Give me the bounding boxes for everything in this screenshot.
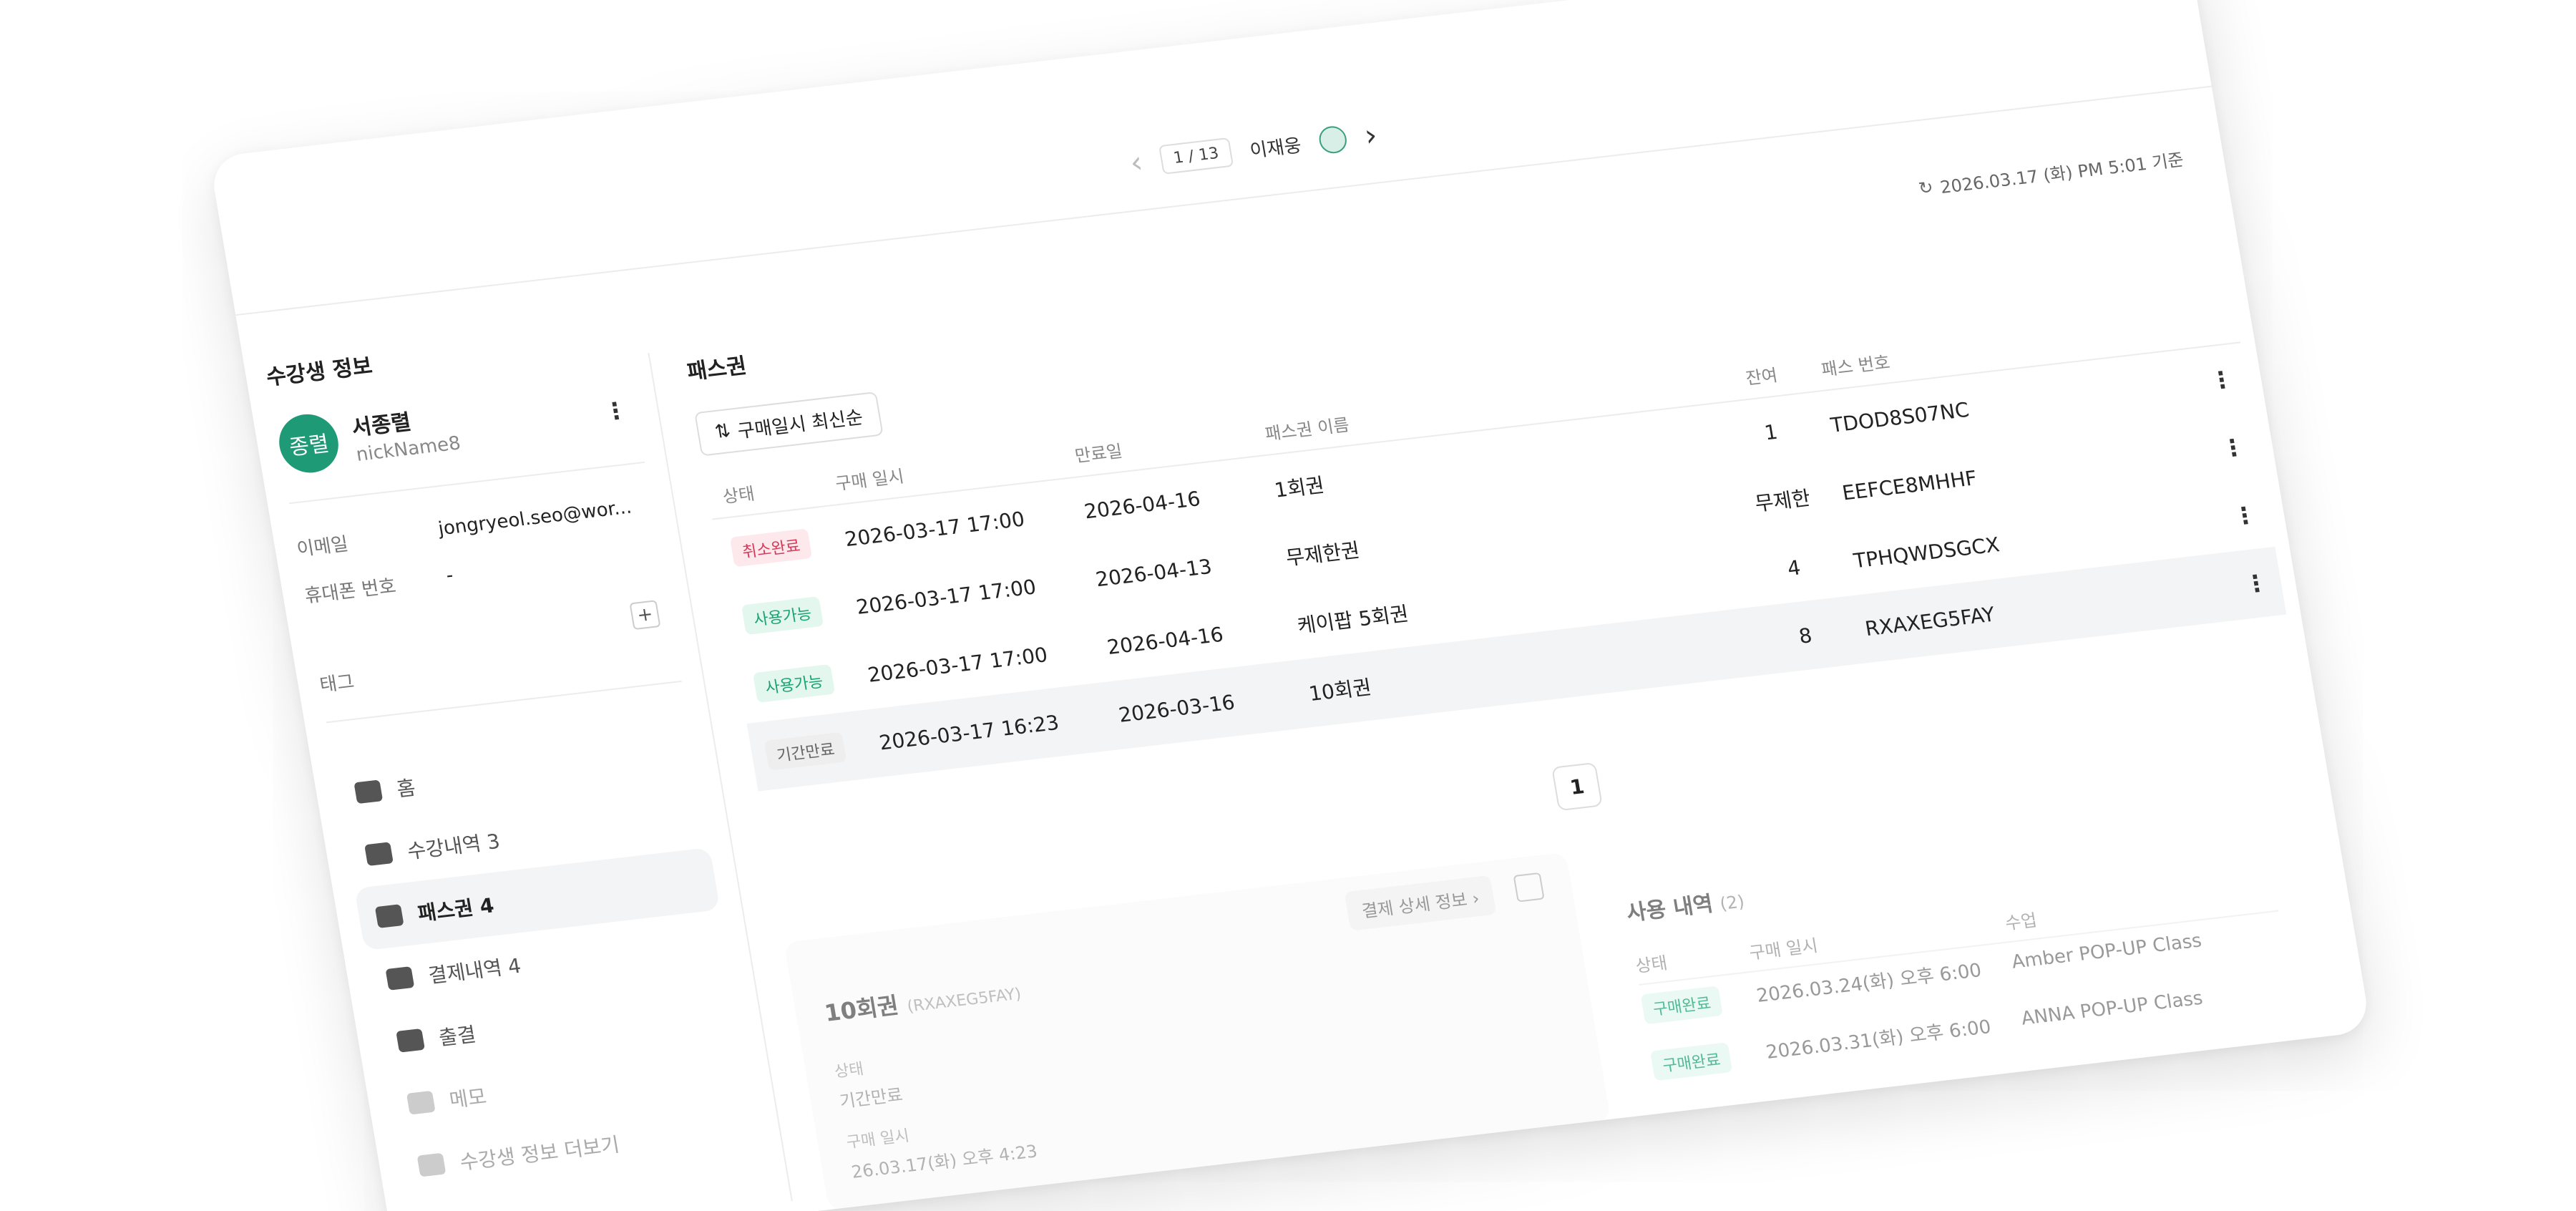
collapse-panel-icon[interactable] bbox=[1513, 872, 1545, 903]
user-icon bbox=[416, 1152, 447, 1177]
detail-status-value: 기간만료 bbox=[838, 1084, 904, 1112]
refresh-icon[interactable]: ↻ bbox=[1917, 177, 1935, 198]
tag-row: 태그 bbox=[318, 658, 429, 697]
row-more-icon[interactable]: ⋮ bbox=[2218, 500, 2271, 532]
section-title: 패스권 bbox=[685, 353, 748, 385]
calendar-icon bbox=[396, 1028, 425, 1053]
pager-count: 1 / 13 bbox=[1158, 137, 1234, 175]
sort-button[interactable]: ⇅ 구매일시 최신순 bbox=[694, 391, 884, 457]
row-more-icon[interactable]: ⋮ bbox=[2229, 567, 2283, 599]
pass-detail-panel: 결제 상세 정보 › 10회권 (RXAXEG5FAY) 상태 기간만료 구매 일… bbox=[784, 852, 1611, 1211]
payment-detail-button[interactable]: 결제 상세 정보 › bbox=[1344, 875, 1497, 931]
sidebar-item-label: 수강내역 3 bbox=[405, 829, 502, 864]
header-remain: 잔여 bbox=[1744, 364, 1780, 389]
sidebar-item-label: 출결 bbox=[436, 1022, 478, 1050]
remain-cell: 1 bbox=[1762, 419, 1780, 444]
row-more-icon[interactable]: ⋮ bbox=[2206, 432, 2260, 464]
modal-title: 수강생 정보 bbox=[264, 353, 374, 391]
email-row: 이메일 jongryeol.seo@wor... bbox=[295, 497, 634, 562]
chevron-right-icon: › bbox=[1470, 887, 1481, 909]
payment-detail-label: 결제 상세 정보 bbox=[1360, 889, 1469, 922]
remain-cell: 무제한 bbox=[1753, 486, 1813, 516]
detail-pass-code: (RXAXEG5FAY) bbox=[905, 985, 1023, 1016]
stage: ‹ 1 / 13 이재웅 › 수강생 정보 ↻ 2026.03.17 (화) P… bbox=[0, 0, 2576, 1211]
usage-status-badge: 구매완료 bbox=[1640, 986, 1723, 1025]
sidebar-item-label: 홈 bbox=[395, 775, 418, 802]
detail-title: 10회권 (RXAXEG5FAY) bbox=[821, 973, 1023, 1028]
row-more-icon[interactable]: ⋮ bbox=[2195, 364, 2248, 396]
tag-label: 태그 bbox=[318, 671, 356, 696]
usage-history-panel: 사용 내역 (2) 상태 구매 일시 수업 구매완료 2026.03.24(화) … bbox=[1594, 767, 2351, 1117]
email-value: jongryeol.seo@wor... bbox=[436, 496, 633, 540]
header-actions bbox=[2187, 320, 2237, 326]
status-badge: 취소완료 bbox=[729, 528, 813, 568]
avatar: 종렬 bbox=[274, 411, 343, 476]
usage-header-purchase: 구매 일시 bbox=[1747, 935, 1820, 963]
student-info-modal: ‹ 1 / 13 이재웅 › 수강생 정보 ↻ 2026.03.17 (화) P… bbox=[209, 0, 2372, 1211]
sidebar-item-label: 결제내역 4 bbox=[426, 953, 523, 988]
prev-student-icon[interactable]: ‹ bbox=[1127, 144, 1145, 180]
pass-icon bbox=[374, 904, 404, 928]
expire-cell: 2026-04-16 bbox=[1105, 622, 1225, 659]
status-badge: 사용가능 bbox=[741, 596, 824, 636]
usage-title: 사용 내역 (2) bbox=[1624, 882, 1746, 927]
memo-icon bbox=[406, 1090, 436, 1115]
purchase-cell: 2026-03-17 17:00 bbox=[866, 642, 1050, 687]
sort-label: 구매일시 최신순 bbox=[736, 407, 865, 442]
usage-count: (2) bbox=[1718, 891, 1746, 915]
sidebar-item-label: 메모 bbox=[447, 1084, 489, 1112]
usage-header-status: 상태 bbox=[1634, 953, 1669, 977]
expire-cell: 2026-04-16 bbox=[1082, 486, 1202, 523]
detail-pass-name: 10회권 bbox=[822, 991, 901, 1027]
pass-table: 상태 구매 일시 만료일 패스권 이름 잔여 패스 번호 취소완료 2026-0… bbox=[704, 298, 2287, 792]
status-badge: 기간만료 bbox=[763, 731, 847, 771]
usage-title-text: 사용 내역 bbox=[1624, 891, 1715, 927]
add-tag-button[interactable]: + bbox=[629, 600, 661, 631]
next-student-name[interactable]: 이재웅 bbox=[1248, 130, 1303, 162]
next-student-avatar bbox=[1317, 125, 1349, 155]
ticket-icon bbox=[364, 842, 394, 867]
usage-class-cell: ANNA POP-UP Class bbox=[2019, 987, 2205, 1030]
purchase-cell: 2026-03-17 16:23 bbox=[877, 710, 1061, 755]
sort-icon: ⇅ bbox=[713, 419, 733, 444]
phone-label: 휴대폰 번호 bbox=[303, 575, 398, 608]
usage-purchase-cell: 2026.03.31(화) 오후 6:00 bbox=[1764, 1016, 1993, 1064]
sidebar-menu: 홈 수강내역 3 패스권 4 결제내역 4 출결 메모 수강생 정보 더보기 bbox=[333, 723, 763, 1200]
status-badge: 사용가능 bbox=[752, 663, 836, 703]
email-label: 이메일 bbox=[295, 533, 350, 561]
phone-value: - bbox=[444, 564, 455, 587]
profile-more-icon[interactable]: ⋮ bbox=[602, 396, 629, 425]
expire-cell: 2026-03-16 bbox=[1116, 690, 1236, 727]
expire-cell: 2026-04-13 bbox=[1093, 554, 1214, 591]
remain-cell: 4 bbox=[1785, 555, 1802, 580]
profile: 종렬 서종렬 nickName8 bbox=[274, 397, 462, 476]
phone-row: 휴대폰 번호 - bbox=[303, 565, 456, 608]
sidebar-item-label: 수강생 정보 더보기 bbox=[458, 1132, 622, 1174]
purchase-cell: 2026-03-17 17:00 bbox=[854, 574, 1038, 619]
sidebar-item-label: 패스권 4 bbox=[416, 893, 496, 926]
home-icon bbox=[353, 779, 384, 804]
header-status: 상태 bbox=[721, 483, 756, 507]
next-student-icon[interactable]: › bbox=[1362, 117, 1380, 153]
purchase-cell: 2026-03-17 17:00 bbox=[843, 507, 1027, 551]
receipt-icon bbox=[385, 966, 415, 991]
detail-status-label: 상태 bbox=[833, 1060, 865, 1081]
usage-status-badge: 구매완료 bbox=[1650, 1042, 1733, 1081]
student-pager: ‹ 1 / 13 이재웅 › bbox=[1127, 115, 1380, 183]
remain-cell: 8 bbox=[1797, 623, 1814, 648]
pagination-page[interactable]: 1 bbox=[1551, 762, 1603, 812]
detail-purchase-label: 구매 일시 bbox=[845, 1127, 911, 1152]
main-content: 패스권 ⇅ 구매일시 최신순 상태 구매 일시 만료일 패스권 이름 잔여 패스… bbox=[648, 170, 2369, 1211]
